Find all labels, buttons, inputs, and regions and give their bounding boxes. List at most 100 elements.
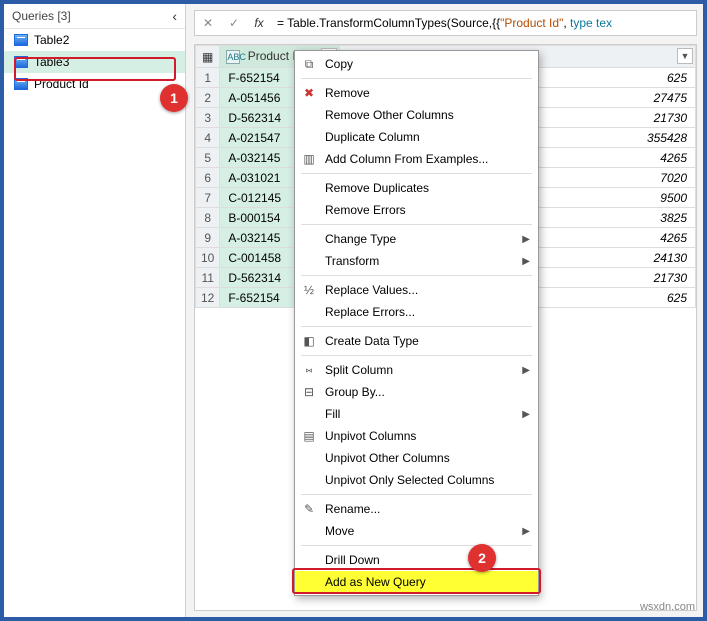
row-number[interactable]: 10 [196, 248, 220, 268]
menu-remove-errors[interactable]: Remove Errors [295, 199, 538, 221]
menu-separator [301, 494, 532, 495]
menu-label: Group By... [325, 385, 385, 399]
select-all-corner[interactable]: ▦ [196, 46, 220, 68]
menu-transform[interactable]: Transform▶ [295, 250, 538, 272]
chevron-right-icon: ▶ [522, 409, 530, 420]
formula-keyword: type tex [570, 16, 612, 30]
formula-input[interactable]: = Table.TransformColumnTypes(Source,{{"P… [271, 16, 696, 30]
menu-fill[interactable]: Fill▶ [295, 403, 538, 425]
query-label: Table3 [34, 55, 69, 69]
menu-add-as-new-query[interactable]: Add as New Query [295, 571, 538, 593]
commit-icon[interactable]: ✓ [221, 16, 247, 30]
row-number[interactable]: 1 [196, 68, 220, 88]
menu-unpivot-other[interactable]: Unpivot Other Columns [295, 447, 538, 469]
cancel-icon[interactable]: ✕ [195, 16, 221, 30]
group-icon: ⊟ [301, 385, 317, 399]
replace-icon: ½ [301, 283, 317, 297]
remove-icon: ✖ [301, 86, 317, 100]
context-menu: ⧉ Copy ✖ Remove Remove Other Columns Dupli… [294, 50, 539, 596]
menu-label: Replace Errors... [325, 305, 415, 319]
table-icon [14, 56, 28, 68]
unpivot-icon: ▤ [301, 429, 317, 443]
fx-icon[interactable]: fx [247, 16, 271, 30]
menu-label: Unpivot Only Selected Columns [325, 473, 494, 487]
query-label: Table2 [34, 33, 69, 47]
table-icon [14, 78, 28, 90]
menu-label: Remove Duplicates [325, 181, 429, 195]
row-number[interactable]: 2 [196, 88, 220, 108]
chevron-right-icon: ▶ [522, 234, 530, 245]
menu-label: Add Column From Examples... [325, 152, 488, 166]
filter-dropdown-icon[interactable]: ▼ [677, 48, 693, 64]
menu-separator [301, 275, 532, 276]
menu-group-by[interactable]: ⊟ Group By... [295, 381, 538, 403]
chevron-left-icon[interactable]: ‹ [172, 8, 177, 24]
menu-label: Transform [325, 254, 379, 268]
menu-label: Change Type [325, 232, 396, 246]
formula-text: , [563, 16, 570, 30]
callout-1: 1 [160, 84, 188, 112]
add-column-icon: ▥ [301, 152, 317, 166]
menu-remove-duplicates[interactable]: Remove Duplicates [295, 177, 538, 199]
queries-panel: Queries [3] ‹ Table2 Table3 Product Id [4, 4, 186, 617]
menu-drill-down[interactable]: Drill Down [295, 549, 538, 571]
row-number[interactable]: 4 [196, 128, 220, 148]
menu-remove-other[interactable]: Remove Other Columns [295, 104, 538, 126]
menu-label: Remove Other Columns [325, 108, 454, 122]
query-item-productid[interactable]: Product Id [4, 73, 185, 95]
menu-label: Split Column [325, 363, 393, 377]
menu-copy[interactable]: ⧉ Copy [295, 53, 538, 75]
row-number[interactable]: 11 [196, 268, 220, 288]
row-number[interactable]: 5 [196, 148, 220, 168]
query-label: Product Id [34, 77, 89, 91]
menu-duplicate[interactable]: Duplicate Column [295, 126, 538, 148]
menu-separator [301, 173, 532, 174]
menu-split-column[interactable]: ⑅Split Column▶ [295, 359, 538, 381]
menu-remove[interactable]: ✖ Remove [295, 82, 538, 104]
callout-2: 2 [468, 544, 496, 572]
menu-add-examples[interactable]: ▥ Add Column From Examples... [295, 148, 538, 170]
menu-label: Copy [325, 57, 353, 71]
query-item-table2[interactable]: Table2 [4, 29, 185, 51]
menu-replace-values[interactable]: ½ Replace Values... [295, 279, 538, 301]
app-frame: Queries [3] ‹ Table2 Table3 Product Id ✕… [0, 0, 707, 621]
type-text-icon: ABC [226, 50, 240, 64]
queries-title: Queries [3] [12, 9, 71, 23]
menu-separator [301, 78, 532, 79]
menu-unpivot-selected[interactable]: Unpivot Only Selected Columns [295, 469, 538, 491]
menu-rename[interactable]: ✎ Rename... [295, 498, 538, 520]
menu-replace-errors[interactable]: Replace Errors... [295, 301, 538, 323]
formula-bar: ✕ ✓ fx = Table.TransformColumnTypes(Sour… [194, 10, 697, 36]
row-number[interactable]: 8 [196, 208, 220, 228]
menu-label: Unpivot Columns [325, 429, 416, 443]
row-number[interactable]: 7 [196, 188, 220, 208]
copy-icon: ⧉ [301, 57, 317, 72]
menu-unpivot[interactable]: ▤ Unpivot Columns [295, 425, 538, 447]
row-number[interactable]: 3 [196, 108, 220, 128]
queries-header[interactable]: Queries [3] ‹ [4, 4, 185, 29]
menu-separator [301, 355, 532, 356]
menu-label: Rename... [325, 502, 380, 516]
row-number[interactable]: 6 [196, 168, 220, 188]
rename-icon: ✎ [301, 502, 317, 516]
menu-label: Move [325, 524, 354, 538]
menu-label: Replace Values... [325, 283, 418, 297]
formula-text: = Table.TransformColumnTypes(Source,{{ [277, 16, 500, 30]
row-number[interactable]: 12 [196, 288, 220, 308]
menu-label: Remove Errors [325, 203, 406, 217]
menu-label: Add as New Query [325, 575, 426, 589]
row-number[interactable]: 9 [196, 228, 220, 248]
table-icon [14, 34, 28, 46]
menu-separator [301, 326, 532, 327]
menu-change-type[interactable]: Change Type ▶ [295, 228, 538, 250]
watermark: wsxdn.com [640, 601, 695, 613]
chevron-right-icon: ▶ [522, 526, 530, 537]
menu-separator [301, 224, 532, 225]
menu-label: Unpivot Other Columns [325, 451, 450, 465]
menu-label: Remove [325, 86, 370, 100]
menu-create-data-type[interactable]: ◧Create Data Type [295, 330, 538, 352]
menu-label: Duplicate Column [325, 130, 420, 144]
menu-move[interactable]: Move ▶ [295, 520, 538, 542]
query-item-table3[interactable]: Table3 [4, 51, 185, 73]
menu-label: Drill Down [325, 553, 380, 567]
